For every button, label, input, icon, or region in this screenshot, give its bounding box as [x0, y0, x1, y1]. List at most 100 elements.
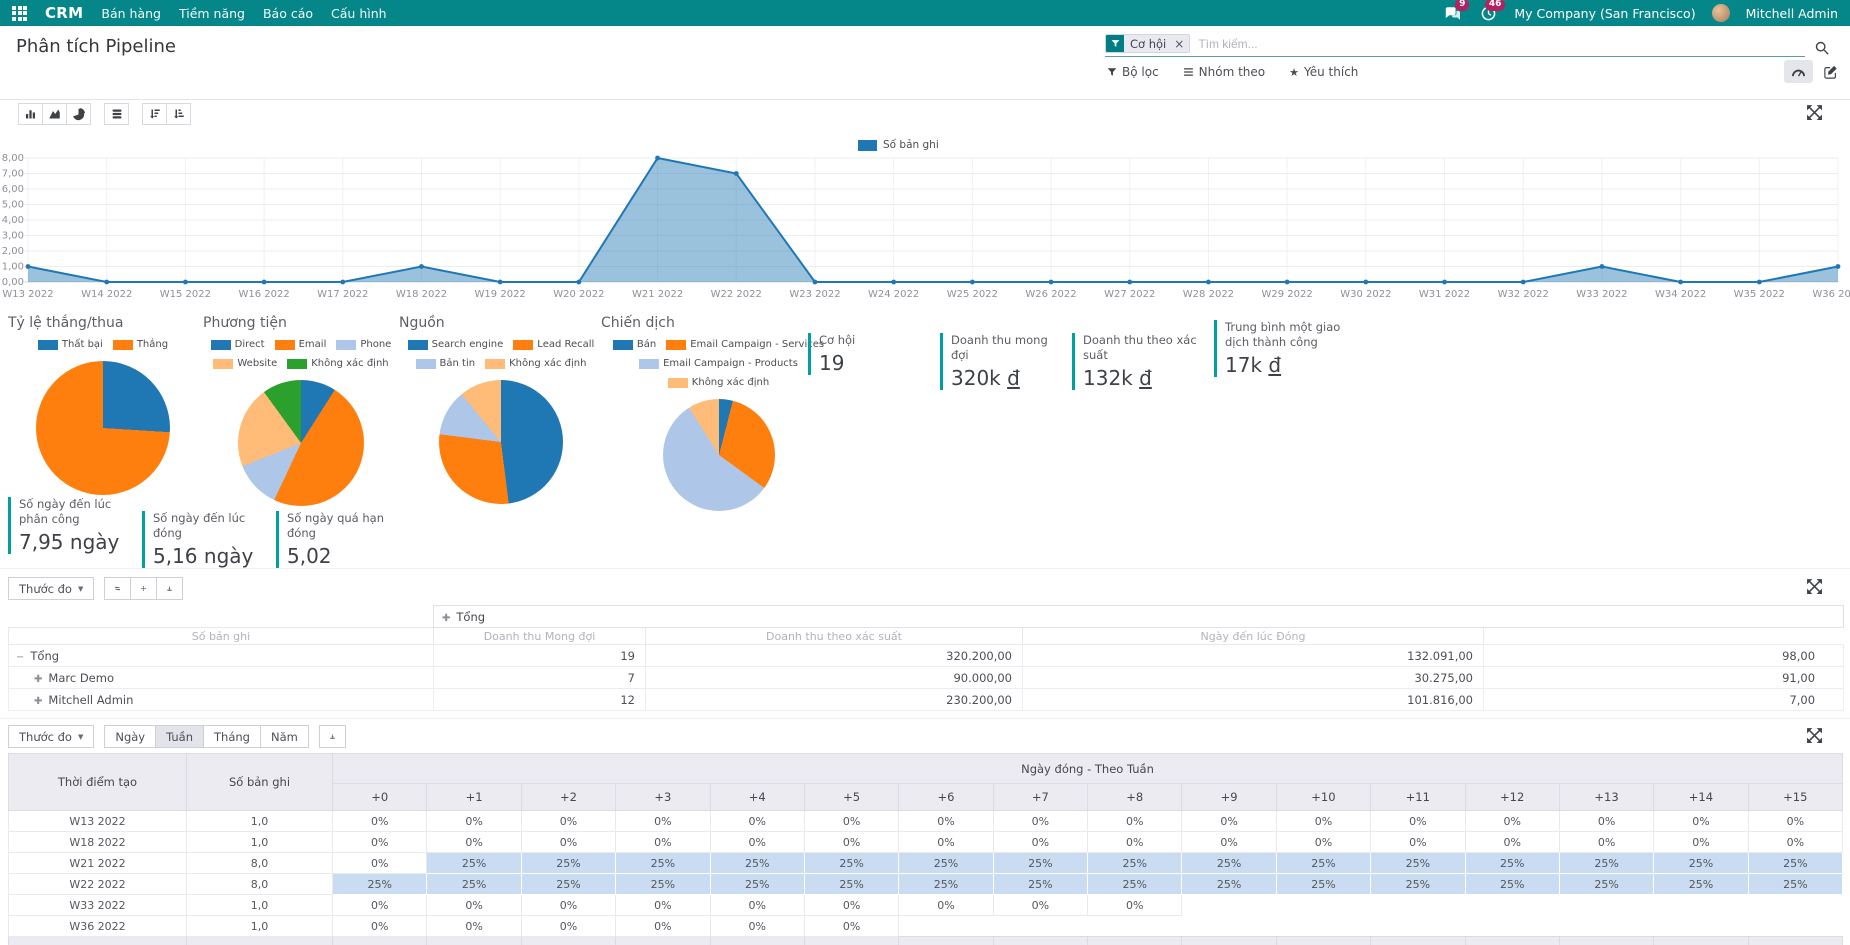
cohort-cell[interactable]: 25% [1559, 874, 1653, 895]
cohort-cell[interactable]: 0% [333, 895, 427, 916]
cohort-expand-button[interactable] [1806, 727, 1826, 747]
cohort-cell[interactable]: 25% [710, 853, 804, 874]
interval-month-button[interactable]: Tháng [203, 725, 261, 748]
cohort-cell[interactable]: 0% [993, 811, 1087, 832]
pivot-row-header[interactable]: ✚Mitchell Admin [9, 689, 434, 711]
search-input[interactable] [1190, 35, 1805, 53]
cohort-cell[interactable]: 25% [333, 874, 427, 895]
menu-sales[interactable]: Bán hàng [101, 6, 161, 21]
pivot-cell[interactable]: 132.091,00 [1023, 645, 1484, 667]
pivot-measure-header[interactable]: Số bản ghi [9, 628, 434, 645]
pivot-cell[interactable]: 90.000,00 [646, 667, 1023, 689]
cohort-cell[interactable]: 0% [1182, 811, 1276, 832]
cohort-cell[interactable]: 25% [616, 874, 710, 895]
cohort-cell[interactable]: 0% [1559, 811, 1653, 832]
cohort-cell[interactable]: 0% [1088, 811, 1182, 832]
pie-chart-campaign[interactable] [663, 399, 775, 511]
cohort-cell[interactable]: 0% [1748, 811, 1842, 832]
groupby-button[interactable]: Nhóm theo [1183, 65, 1265, 79]
cohort-cell[interactable]: 0% [899, 811, 993, 832]
pivot-cell[interactable]: 91,00 [1484, 667, 1844, 689]
apps-menu-icon[interactable] [12, 6, 27, 21]
cohort-cell[interactable]: 25% [616, 853, 710, 874]
cohort-cell[interactable]: 0% [993, 895, 1087, 916]
cohort-cell[interactable]: 0% [804, 895, 898, 916]
pivot-row-header[interactable]: ✚Marc Demo [9, 667, 434, 689]
cohort-cell[interactable]: 0% [521, 832, 615, 853]
cohort-period-cell[interactable]: W18 2022 [9, 832, 187, 853]
search-facet[interactable]: Cơ hội × [1105, 34, 1190, 53]
cohort-cell[interactable]: 0% [710, 811, 804, 832]
cohort-cell[interactable]: 25% [1182, 874, 1276, 895]
cohort-cell[interactable]: 25% [1654, 853, 1748, 874]
pivot-download-button[interactable] [156, 577, 183, 600]
pivot-cell[interactable]: 19 [434, 645, 646, 667]
cohort-cell[interactable]: 0% [899, 832, 993, 853]
stacked-toggle-button[interactable] [104, 103, 129, 125]
cohort-cell[interactable]: 25% [1748, 874, 1842, 895]
cohort-cell[interactable]: 0% [1748, 832, 1842, 853]
search-icon[interactable] [1815, 40, 1829, 59]
cohort-measures-button[interactable]: Thước đo▼ [8, 725, 94, 748]
cohort-cell[interactable]: 0% [333, 811, 427, 832]
cohort-cell[interactable]: 0% [1182, 832, 1276, 853]
cohort-cell[interactable]: 0% [616, 832, 710, 853]
cohort-download-button[interactable] [319, 725, 346, 748]
menu-configuration[interactable]: Cấu hình [331, 6, 387, 21]
app-brand[interactable]: CRM [45, 4, 83, 22]
cohort-cell[interactable]: 0% [616, 916, 710, 937]
pivot-cell[interactable]: 98,00 [1484, 645, 1844, 667]
cohort-cell[interactable]: 25% [710, 874, 804, 895]
cohort-cell[interactable]: 25% [427, 874, 521, 895]
cohort-cell[interactable]: 0% [804, 832, 898, 853]
cohort-cell[interactable]: 0% [1559, 832, 1653, 853]
pivot-row-header[interactable]: −Tổng [9, 645, 434, 667]
cohort-cell[interactable]: 0% [333, 916, 427, 937]
cohort-cell[interactable]: 0% [899, 895, 993, 916]
cohort-cell[interactable]: 25% [1276, 853, 1370, 874]
records-area-chart[interactable]: W13 2022W14 2022W15 2022W16 2022W17 2022… [0, 150, 1850, 304]
interval-year-button[interactable]: Năm [260, 725, 309, 748]
cohort-cell[interactable]: 0% [1654, 811, 1748, 832]
pivot-measure-header[interactable]: Ngày đến lúc Đóng [1023, 628, 1484, 645]
expand-row-icon[interactable]: ✚ [34, 674, 42, 685]
pivot-cell[interactable]: 101.816,00 [1023, 689, 1484, 711]
pivot-column-group[interactable]: ✚Tổng [434, 606, 1844, 628]
graph-expand-button[interactable] [1806, 104, 1826, 124]
dashboard-view-button[interactable] [1784, 60, 1813, 83]
cohort-cell[interactable]: 25% [1371, 874, 1465, 895]
cohort-cell[interactable]: 0% [521, 895, 615, 916]
pivot-measures-button[interactable]: Thước đo▼ [8, 577, 94, 600]
facet-remove-icon[interactable]: × [1172, 35, 1189, 52]
filters-button[interactable]: Bộ lọc [1107, 65, 1159, 79]
pivot-cell[interactable]: 230.200,00 [646, 689, 1023, 711]
cohort-cell[interactable]: 0% [1654, 832, 1748, 853]
pie-chart-button[interactable] [66, 103, 91, 125]
cohort-cell[interactable]: 0% [710, 832, 804, 853]
flip-axes-button[interactable] [104, 577, 131, 600]
cohort-cell[interactable]: 25% [1088, 853, 1182, 874]
pivot-cell[interactable]: 7,00 [1484, 689, 1844, 711]
cohort-cell[interactable]: 25% [1276, 874, 1370, 895]
cohort-cell[interactable]: 25% [521, 853, 615, 874]
pivot-cell[interactable]: 30.275,00 [1023, 667, 1484, 689]
cohort-cell[interactable]: 0% [427, 895, 521, 916]
cohort-cell[interactable]: 0% [1465, 811, 1559, 832]
cohort-cell[interactable]: 25% [1465, 853, 1559, 874]
pie-chart-source[interactable] [439, 380, 563, 504]
cohort-cell[interactable]: 25% [993, 853, 1087, 874]
cohort-cell[interactable]: 0% [993, 832, 1087, 853]
interval-day-button[interactable]: Ngày [104, 725, 156, 748]
pivot-cell[interactable]: 12 [434, 689, 646, 711]
cohort-cell[interactable]: 0% [333, 853, 427, 874]
messages-button[interactable]: 9 [1442, 4, 1462, 22]
pivot-measure-header[interactable]: Doanh thu theo xác suất [646, 628, 1023, 645]
pivot-cell[interactable]: 320.200,00 [646, 645, 1023, 667]
cohort-cell[interactable]: 25% [1654, 874, 1748, 895]
favorites-button[interactable]: ★ Yêu thích [1289, 65, 1358, 79]
activities-button[interactable]: 46 [1478, 4, 1498, 22]
cohort-cell[interactable]: 0% [1276, 832, 1370, 853]
cohort-cell[interactable]: 0% [1371, 832, 1465, 853]
cohort-cell[interactable]: 0% [1088, 832, 1182, 853]
cohort-cell[interactable]: 0% [804, 916, 898, 937]
